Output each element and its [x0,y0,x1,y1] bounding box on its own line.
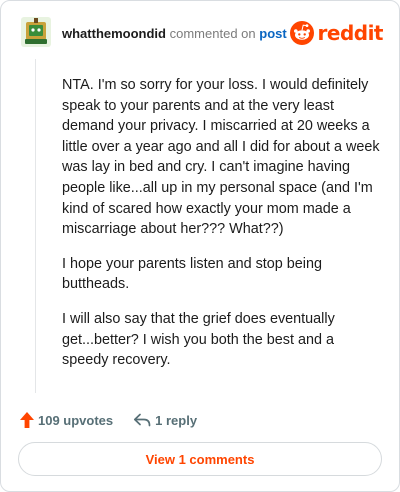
comment-paragraph: NTA. I'm so sorry for your loss. I would… [62,77,380,238]
comment-paragraph: I will also say that the grief does even… [62,310,335,369]
reply-count: 1 reply [155,412,198,428]
comment-actions: 109 upvotes 1 reply [20,409,197,431]
action-text: commented on [169,26,256,41]
upvote-count: 109 upvotes [38,412,114,428]
reddit-logo[interactable]: reddit [289,19,384,47]
avatar[interactable] [21,17,51,47]
reply-button[interactable]: 1 reply [133,413,197,428]
reply-arrow-icon [134,413,151,427]
upvote-arrow-icon [20,412,34,428]
comment-paragraph: I hope your parents listen and stop bein… [62,255,323,293]
comment-header: whatthemoondid commented on post reddit [19,17,384,53]
reddit-wordmark: reddit [317,21,384,45]
author-name[interactable]: whatthemoondid [62,26,166,41]
reddit-snoo-icon [289,21,314,45]
author-line: whatthemoondid commented on post [62,26,287,42]
upvote-button[interactable]: 109 upvotes [20,412,113,428]
comment-card: whatthemoondid commented on post reddit … [0,0,400,492]
view-comments-button[interactable]: View 1 comments [18,442,382,476]
post-link[interactable]: post [259,26,286,41]
comment-body: NTA. I'm so sorry for your loss. I would… [62,75,384,385]
thread-line[interactable] [35,59,36,393]
